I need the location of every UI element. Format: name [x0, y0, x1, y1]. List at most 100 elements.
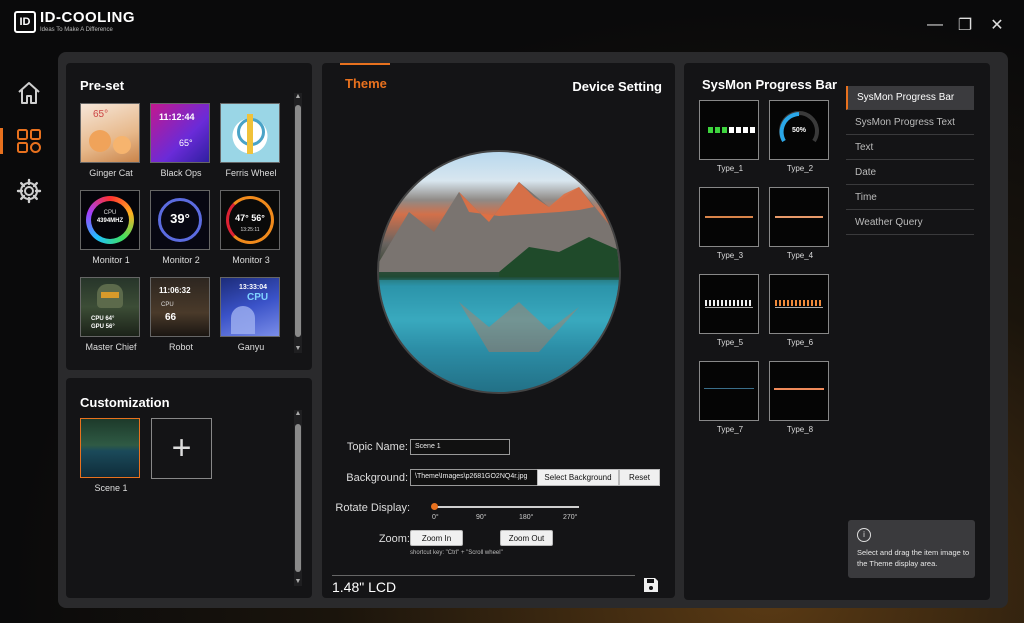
type-thumb	[699, 187, 759, 247]
background-path-input[interactable]: \Theme\Images\p2681GO2NQ4r.jpg	[410, 469, 538, 486]
zoom-label: Zoom:	[378, 533, 410, 545]
save-button[interactable]	[643, 577, 659, 593]
preset-label: Robot	[168, 342, 194, 352]
background-label: Background:	[346, 472, 408, 484]
preset-item-monitor-1[interactable]: CPU 4394MHZ Monitor 1	[80, 190, 142, 265]
preset-label: Master Chief	[85, 342, 137, 352]
preset-title: Pre-set	[80, 78, 125, 93]
info-text: Select and drag the item image to the Th…	[857, 548, 970, 568]
progress-type-8[interactable]: Type_8	[769, 361, 831, 434]
customization-scrollbar[interactable]: ▲ ▼	[294, 410, 302, 586]
preset-item-ginger-cat[interactable]: 65° Ginger Cat	[80, 103, 142, 178]
type-thumb: 50%	[769, 100, 829, 160]
grid-icon	[17, 129, 41, 153]
tab-device-setting[interactable]: Device Setting	[572, 79, 662, 94]
type-thumb	[769, 361, 829, 421]
customization-title: Customization	[80, 395, 170, 410]
type-label: Type_7	[716, 425, 744, 434]
type-thumb	[699, 274, 759, 334]
custom-label: Scene 1	[94, 483, 128, 493]
shortcut-hint: shortcut key: "Ctrl" + "Scroll wheel"	[410, 550, 503, 556]
menu-time[interactable]: Time	[846, 186, 974, 210]
zoom-out-button[interactable]: Zoom Out	[500, 530, 553, 546]
type-label: Type_4	[786, 251, 814, 260]
type-label: Type_6	[786, 338, 814, 347]
preset-label: Monitor 1	[92, 255, 130, 265]
customization-panel: Customization Scene 1 + ▲ ▼	[66, 378, 312, 598]
divider	[332, 575, 635, 576]
minimize-button[interactable]: —	[924, 14, 946, 36]
rotate-slider[interactable]	[431, 503, 579, 510]
custom-item-scene-1[interactable]: Scene 1	[80, 418, 142, 493]
scroll-thumb[interactable]	[295, 105, 301, 337]
preset-label: Ganyu	[237, 342, 265, 352]
progress-type-1[interactable]: Type_1	[699, 100, 761, 173]
menu-text[interactable]: Text	[846, 136, 974, 160]
preset-label: Monitor 3	[232, 255, 270, 265]
preset-scrollbar[interactable]: ▲ ▼	[294, 93, 302, 353]
preset-item-black-ops[interactable]: 11:12:44 65° Black Ops	[150, 103, 212, 178]
menu-sysmon-progress-text[interactable]: SysMon Progress Text	[846, 111, 974, 135]
nav-settings[interactable]	[12, 174, 46, 208]
lcd-preview[interactable]	[377, 150, 621, 394]
type-thumb	[769, 274, 829, 334]
preset-label: Black Ops	[160, 168, 202, 178]
restore-button[interactable]: ❐	[954, 14, 976, 36]
type-thumb	[699, 361, 759, 421]
progress-type-5[interactable]: Type_5	[699, 274, 761, 347]
type-label: Type_3	[716, 251, 744, 260]
preset-item-robot[interactable]: 11:06:32 CPU 66 Robot	[150, 277, 212, 352]
preset-thumb: CPU 64° GPU 56°	[80, 277, 140, 337]
type-thumb	[699, 100, 759, 160]
preset-thumb: 13:33:04 CPU	[220, 277, 280, 337]
type-label: Type_8	[786, 425, 814, 434]
tab-theme[interactable]: Theme	[345, 76, 387, 91]
sidebar	[0, 60, 58, 610]
progress-type-7[interactable]: Type_7	[699, 361, 761, 434]
rotate-slider-handle[interactable]	[431, 503, 438, 510]
progress-type-2[interactable]: 50% Type_2	[769, 100, 831, 173]
theme-panel: Theme Device Setting Topic Name: Scene 1…	[322, 63, 675, 598]
app-window: ID ID-COOLING Ideas To Make A Difference…	[0, 0, 1024, 623]
preset-thumb: 11:12:44 65°	[150, 103, 210, 163]
scroll-thumb[interactable]	[295, 424, 301, 572]
preset-thumb: 39°	[150, 190, 210, 250]
select-background-button[interactable]: Select Background	[537, 469, 619, 486]
preset-thumb: CPU 4394MHZ	[80, 190, 140, 250]
preset-thumb: 65°	[80, 103, 140, 163]
gear-icon	[16, 178, 42, 204]
preset-item-monitor-2[interactable]: 39° Monitor 2	[150, 190, 212, 265]
preset-item-master-chief[interactable]: CPU 64° GPU 56° Master Chief	[80, 277, 142, 352]
type-label: Type_2	[786, 164, 814, 173]
home-icon	[18, 82, 40, 104]
sysmon-title: SysMon Progress Bar	[702, 77, 838, 92]
preset-panel: Pre-set 65° Ginger Cat 11:12:44 65° Blac…	[66, 63, 312, 370]
info-icon: i	[857, 528, 871, 542]
menu-weather-query[interactable]: Weather Query	[846, 211, 974, 235]
menu-date[interactable]: Date	[846, 161, 974, 185]
preset-item-ganyu[interactable]: 13:33:04 CPU Ganyu	[220, 277, 282, 352]
rotate-tick-90: 90°	[476, 514, 487, 521]
nav-layout[interactable]	[0, 124, 46, 158]
add-scene-button[interactable]: +	[151, 418, 212, 479]
mountain-landscape	[379, 182, 619, 392]
logo-mark: ID	[14, 10, 36, 33]
progress-type-4[interactable]: Type_4	[769, 187, 831, 260]
preset-thumb: 11:06:32 CPU 66	[150, 277, 210, 337]
rotate-tick-270: 270°	[563, 514, 578, 521]
info-tooltip: i Select and drag the item image to the …	[848, 520, 975, 578]
preset-thumb	[220, 103, 280, 163]
custom-thumb	[80, 418, 140, 478]
zoom-in-button[interactable]: Zoom In	[410, 530, 463, 546]
topic-name-input[interactable]: Scene 1	[410, 439, 510, 455]
preset-item-ferris-wheel[interactable]: Ferris Wheel	[220, 103, 282, 178]
nav-home[interactable]	[12, 76, 46, 110]
lcd-size-label: 1.48" LCD	[332, 579, 397, 595]
progress-type-6[interactable]: Type_6	[769, 274, 831, 347]
menu-sysmon-progress-bar[interactable]: SysMon Progress Bar	[846, 86, 974, 110]
reset-button[interactable]: Reset	[619, 469, 660, 486]
close-button[interactable]: ✕	[986, 14, 1008, 36]
preset-item-monitor-3[interactable]: 47° 56° 13:25:11 Monitor 3	[220, 190, 282, 265]
app-name: ID-COOLING	[40, 9, 135, 26]
progress-type-3[interactable]: Type_3	[699, 187, 761, 260]
